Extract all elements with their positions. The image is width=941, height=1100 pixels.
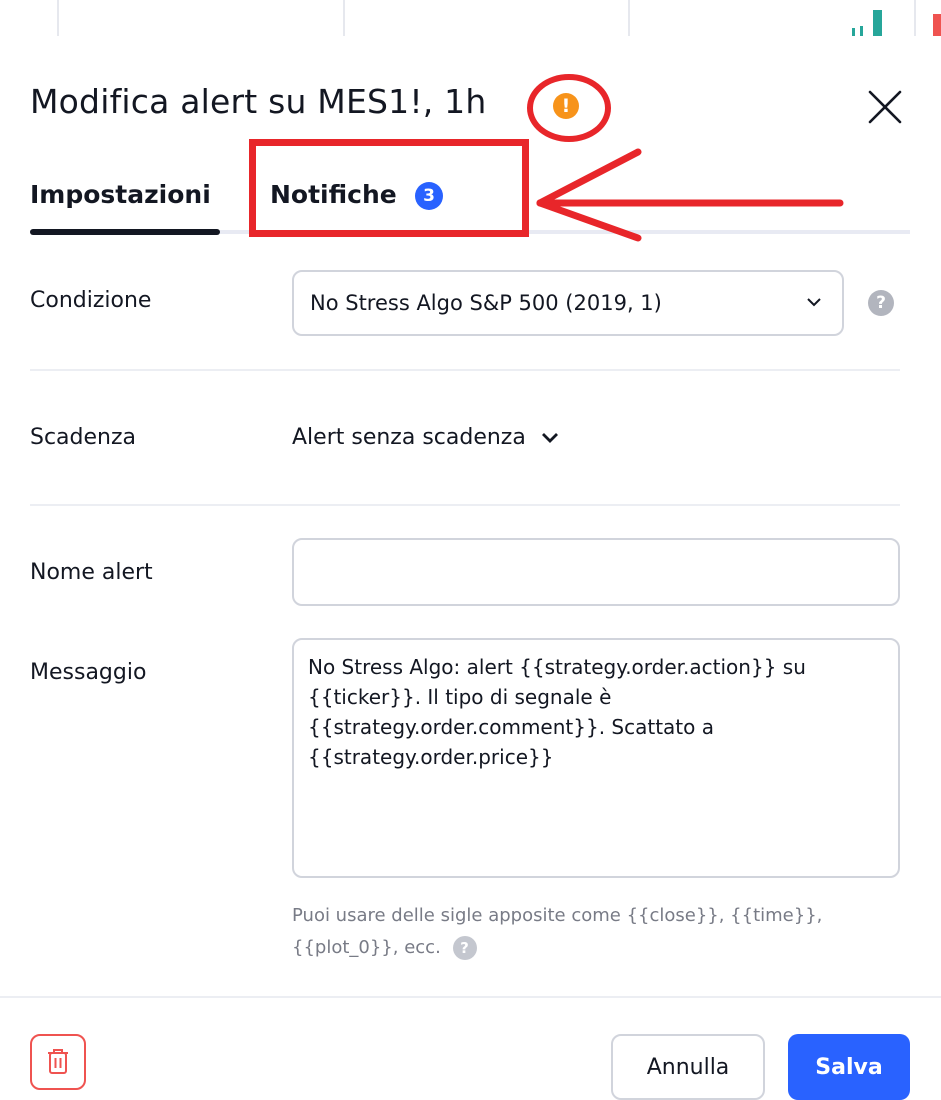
hint-text: Puoi usare delle sigle apposite come {{c… — [292, 905, 823, 958]
footer-divider — [0, 996, 941, 998]
annotation-rectangle — [249, 139, 529, 237]
save-button[interactable]: Salva — [788, 1034, 910, 1100]
expiry-value: Alert senza scadenza — [292, 425, 526, 450]
expiry-label: Scadenza — [30, 425, 137, 450]
expiry-dropdown[interactable]: Alert senza scadenza — [292, 425, 559, 450]
condition-help-icon[interactable]: ? — [868, 290, 894, 316]
hint-help-icon[interactable]: ? — [452, 936, 477, 960]
chevron-down-icon — [807, 298, 821, 307]
message-label: Messaggio — [30, 660, 147, 685]
chart-grid-line — [914, 0, 916, 36]
cancel-button[interactable]: Annulla — [611, 1034, 765, 1100]
trash-icon — [48, 1049, 68, 1074]
active-tab-indicator — [30, 229, 220, 235]
alert-name-input[interactable] — [292, 538, 900, 606]
tab-impostazioni[interactable]: Impostazioni — [30, 180, 211, 209]
condition-label: Condizione — [30, 288, 152, 313]
chart-candle — [852, 28, 855, 36]
chart-candle — [933, 14, 941, 36]
condition-select-value: No Stress Algo S&P 500 (2019, 1) — [310, 291, 662, 315]
placeholder-hint: Puoi usare delle sigle apposite come {{c… — [292, 900, 872, 964]
annotation-circle — [527, 74, 611, 142]
alert-name-label: Nome alert — [30, 560, 153, 585]
annotation-arrow — [536, 148, 844, 242]
chart-grid-line — [57, 0, 59, 36]
dialog-title: Modifica alert su MES1!, 1h — [30, 82, 487, 121]
chart-background-strip — [0, 0, 941, 36]
message-textarea[interactable]: No Stress Algo: alert {{strategy.order.a… — [292, 638, 900, 878]
chart-candle — [860, 26, 863, 36]
section-divider — [30, 369, 900, 371]
chevron-down-icon — [541, 433, 558, 443]
chart-candle — [873, 10, 882, 36]
chart-grid-line — [343, 0, 345, 36]
delete-alert-button[interactable] — [30, 1034, 86, 1090]
close-icon[interactable] — [864, 86, 906, 128]
condition-select[interactable]: No Stress Algo S&P 500 (2019, 1) — [292, 270, 844, 336]
chart-grid-line — [628, 0, 630, 36]
section-divider — [30, 504, 900, 506]
